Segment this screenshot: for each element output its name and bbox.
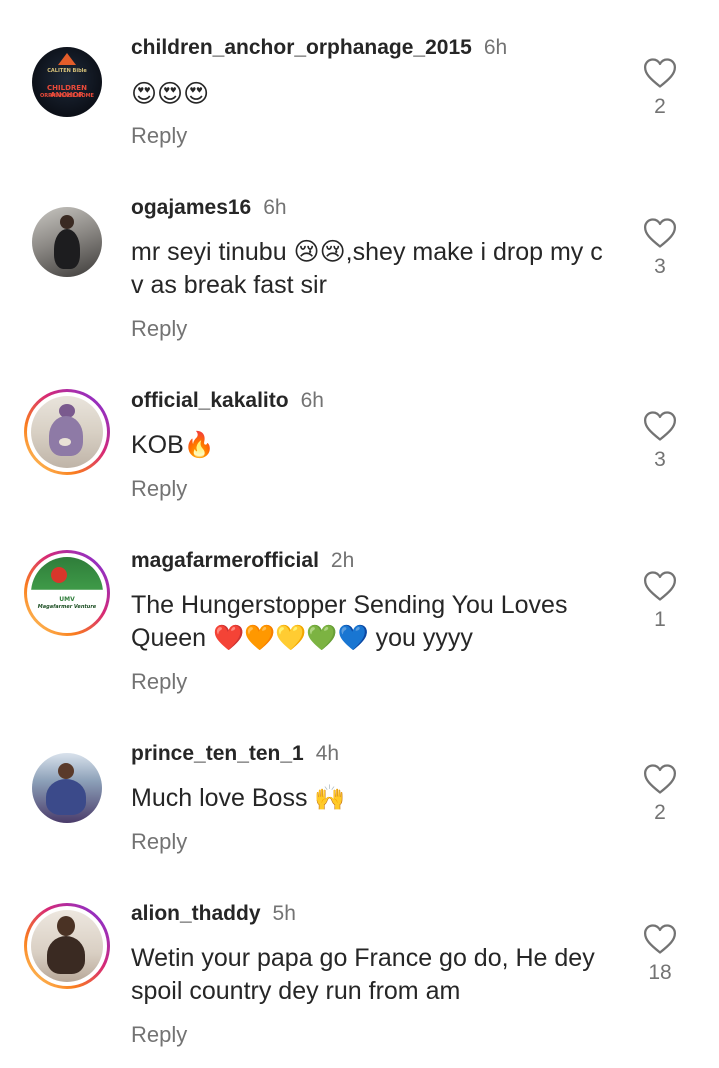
reply-button[interactable]: Reply (131, 829, 187, 855)
avatar-image (31, 396, 103, 468)
comment-header: children_anchor_orphanage_2015 6h (131, 36, 507, 60)
avatar-image: CALITEN Bible CHILDREN ANCHOR ORPHANAGE … (32, 47, 102, 117)
comment-time: 5h (272, 902, 296, 925)
comment-username[interactable]: ogajames16 (131, 196, 251, 219)
comment-username[interactable]: prince_ten_ten_1 (131, 742, 304, 765)
avatar[interactable] (24, 199, 110, 285)
avatar-image: UMV Magafarmer Venture (31, 557, 103, 629)
avatar[interactable] (24, 745, 110, 831)
comment-text: mr seyi tinubu 😢😢,shey make i drop my c … (131, 238, 603, 299)
heart-outline-icon[interactable] (643, 763, 677, 795)
comment-text: 😍😍😍 (131, 80, 210, 108)
heart-outline-icon[interactable] (643, 570, 677, 602)
comment-username[interactable]: magafarmerofficial (131, 549, 319, 572)
heart-outline-icon[interactable] (643, 217, 677, 249)
comment-text: KOB🔥 (131, 431, 215, 459)
reply-button[interactable]: Reply (131, 123, 187, 149)
avatar-logo-text: ORPHANAGE HOME (40, 93, 94, 99)
avatar-logo-text: Magafarmer Venture (37, 604, 97, 610)
like-count: 2 (654, 801, 666, 824)
avatar-story-ring[interactable]: UMV Magafarmer Venture (24, 550, 110, 636)
avatar[interactable]: CALITEN Bible CHILDREN ANCHOR ORPHANAGE … (24, 39, 110, 125)
like-count: 3 (654, 448, 666, 471)
like-control[interactable]: 3 (640, 410, 680, 472)
like-count: 3 (654, 255, 666, 278)
comment-time: 6h (300, 389, 324, 412)
reply-button[interactable]: Reply (131, 316, 187, 342)
reply-button[interactable]: Reply (131, 669, 187, 695)
reply-button[interactable]: Reply (131, 476, 187, 502)
comment-text: The Hungerstopper Sending You Loves Quee… (131, 591, 568, 652)
avatar-image (32, 207, 102, 277)
comment-username[interactable]: alion_thaddy (131, 902, 261, 925)
comment-time: 2h (330, 549, 355, 572)
avatar-image (32, 753, 102, 823)
like-control[interactable]: 2 (640, 763, 680, 825)
avatar-logo-text: CALITEN Bible (47, 68, 87, 74)
comment-header: prince_ten_ten_1 4h (131, 742, 339, 766)
like-count: 1 (654, 608, 666, 631)
logo-house-icon (58, 53, 76, 65)
comment-header: ogajames16 6h (131, 196, 287, 220)
heart-outline-icon[interactable] (643, 923, 677, 955)
like-control[interactable]: 3 (640, 217, 680, 279)
comment-text: Much love Boss 🙌 (131, 784, 346, 812)
like-control[interactable]: 1 (640, 570, 680, 632)
comment-time: 6h (483, 36, 508, 59)
comment-text: Wetin your papa go France go do, He dey … (131, 944, 595, 1005)
comment-username[interactable]: children_anchor_orphanage_2015 (131, 36, 472, 59)
avatar-logo-text: UMV (59, 596, 75, 603)
like-count: 18 (648, 961, 672, 984)
like-count: 2 (654, 95, 666, 118)
heart-outline-icon[interactable] (643, 410, 677, 442)
avatar-story-ring[interactable] (24, 903, 110, 989)
reply-button[interactable]: Reply (131, 1022, 187, 1048)
comment-header: magafarmerofficial 2h (131, 549, 354, 573)
heart-outline-icon[interactable] (643, 57, 677, 89)
like-control[interactable]: 2 (640, 57, 680, 119)
like-control[interactable]: 18 (640, 923, 680, 985)
comment-time: 6h (263, 196, 287, 219)
comment-time: 4h (315, 742, 340, 765)
comment-header: alion_thaddy 5h (131, 902, 296, 926)
comment-header: official_kakalito 6h (131, 389, 324, 413)
logo-apple-icon (51, 567, 67, 583)
avatar-story-ring[interactable] (24, 389, 110, 475)
avatar-image (31, 910, 103, 982)
comment-username[interactable]: official_kakalito (131, 389, 289, 412)
